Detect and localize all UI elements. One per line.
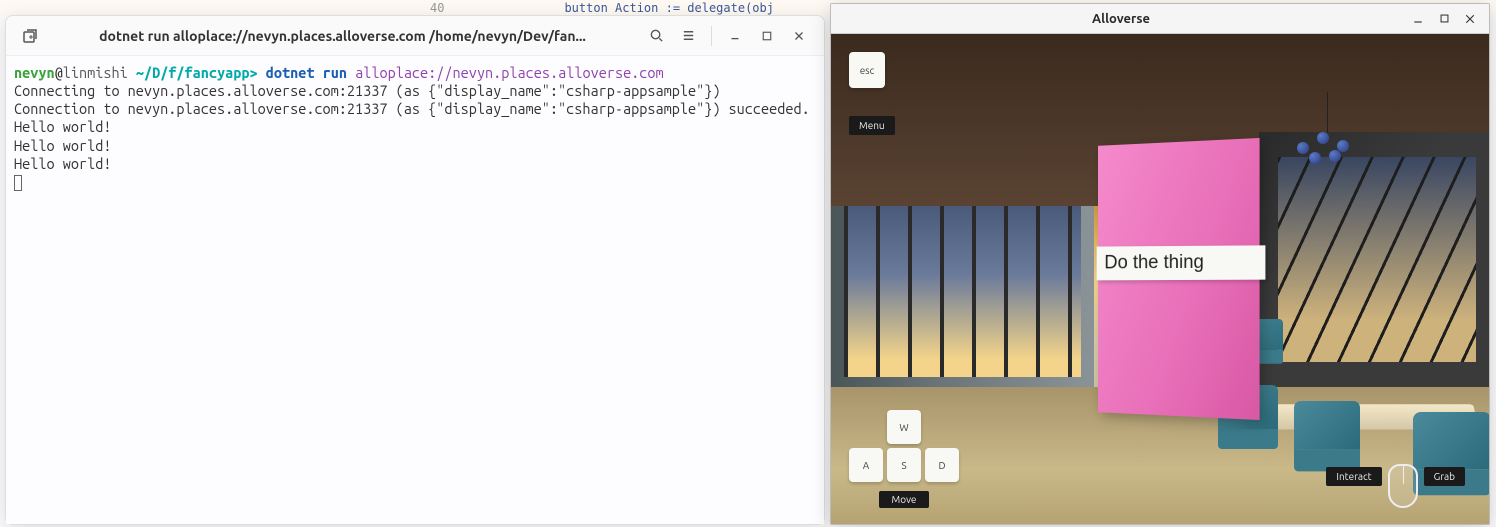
prompt-user: nevyn	[14, 64, 55, 81]
hud-esc-key[interactable]: esc	[849, 52, 885, 88]
terminal-line: Connecting to nevyn.places.alloverse.com…	[14, 82, 720, 99]
terminal-title: dotnet run alloplace://nevyn.places.allo…	[44, 28, 641, 44]
new-tab-button[interactable]	[16, 22, 44, 50]
search-icon[interactable]	[641, 22, 671, 50]
cmd-arg-scheme: alloplace://	[355, 64, 452, 81]
cmd-arg-host: nevyn.places.alloverse.com	[453, 64, 664, 81]
prompt-path: /D/f/fancyapp	[144, 64, 250, 81]
hud-key-a[interactable]: A	[849, 448, 883, 482]
code-fragment: button Action := delegate(obj	[564, 1, 774, 15]
hud-move-keys: W A S D Move	[849, 410, 959, 508]
hud-key-w[interactable]: W	[887, 410, 921, 444]
minimize-button[interactable]	[720, 22, 750, 50]
line-number: 40	[430, 1, 444, 15]
scene-windows-left	[844, 206, 1081, 378]
terminal-line: Hello world!	[14, 137, 111, 154]
cursor	[14, 175, 22, 191]
terminal-line: Hello world!	[14, 118, 111, 135]
hud-move-label: Move	[879, 491, 929, 508]
terminal-line: Connection to nevyn.places.alloverse.com…	[14, 100, 810, 117]
minimize-button[interactable]	[1405, 8, 1431, 30]
mouse-icon	[1388, 464, 1418, 508]
hud-key-s[interactable]: S	[887, 448, 921, 482]
prompt-host: linmishi	[63, 64, 128, 81]
terminal-body[interactable]: nevyn@linmishi ~/D/f/fancyapp> dotnet ru…	[6, 56, 824, 524]
scene-button[interactable]: Do the thing	[1097, 245, 1266, 280]
hud-grab-label: Grab	[1424, 467, 1465, 486]
alloverse-window: Alloverse	[830, 3, 1490, 525]
close-button[interactable]	[1457, 8, 1483, 30]
hud-interact-label: Interact	[1326, 467, 1381, 486]
scene-windows-right	[1278, 157, 1475, 363]
cmd-sub: run	[323, 64, 355, 81]
separator	[711, 26, 712, 46]
hud-key-d[interactable]: D	[925, 448, 959, 482]
alloverse-titlebar: Alloverse	[831, 4, 1489, 34]
viewport-3d[interactable]: Do the thing esc Menu W A S D Move Inter…	[831, 34, 1489, 524]
terminal-line: Hello world!	[14, 155, 111, 172]
alloverse-title: Alloverse	[837, 12, 1405, 26]
terminal-window: dotnet run alloplace://nevyn.places.allo…	[5, 15, 825, 525]
close-button[interactable]	[784, 22, 814, 50]
cmd-executable: dotnet	[266, 64, 323, 81]
scene-app-panel[interactable]: Do the thing	[1098, 138, 1259, 420]
maximize-button[interactable]	[1431, 8, 1457, 30]
hud-menu-label: Menu	[849, 116, 895, 135]
chandelier	[1297, 132, 1357, 162]
maximize-button[interactable]	[752, 22, 782, 50]
hud-mouse-hints: Interact Grab	[1326, 464, 1465, 508]
hamburger-menu-icon[interactable]	[673, 22, 703, 50]
terminal-titlebar: dotnet run alloplace://nevyn.places.allo…	[6, 16, 824, 56]
